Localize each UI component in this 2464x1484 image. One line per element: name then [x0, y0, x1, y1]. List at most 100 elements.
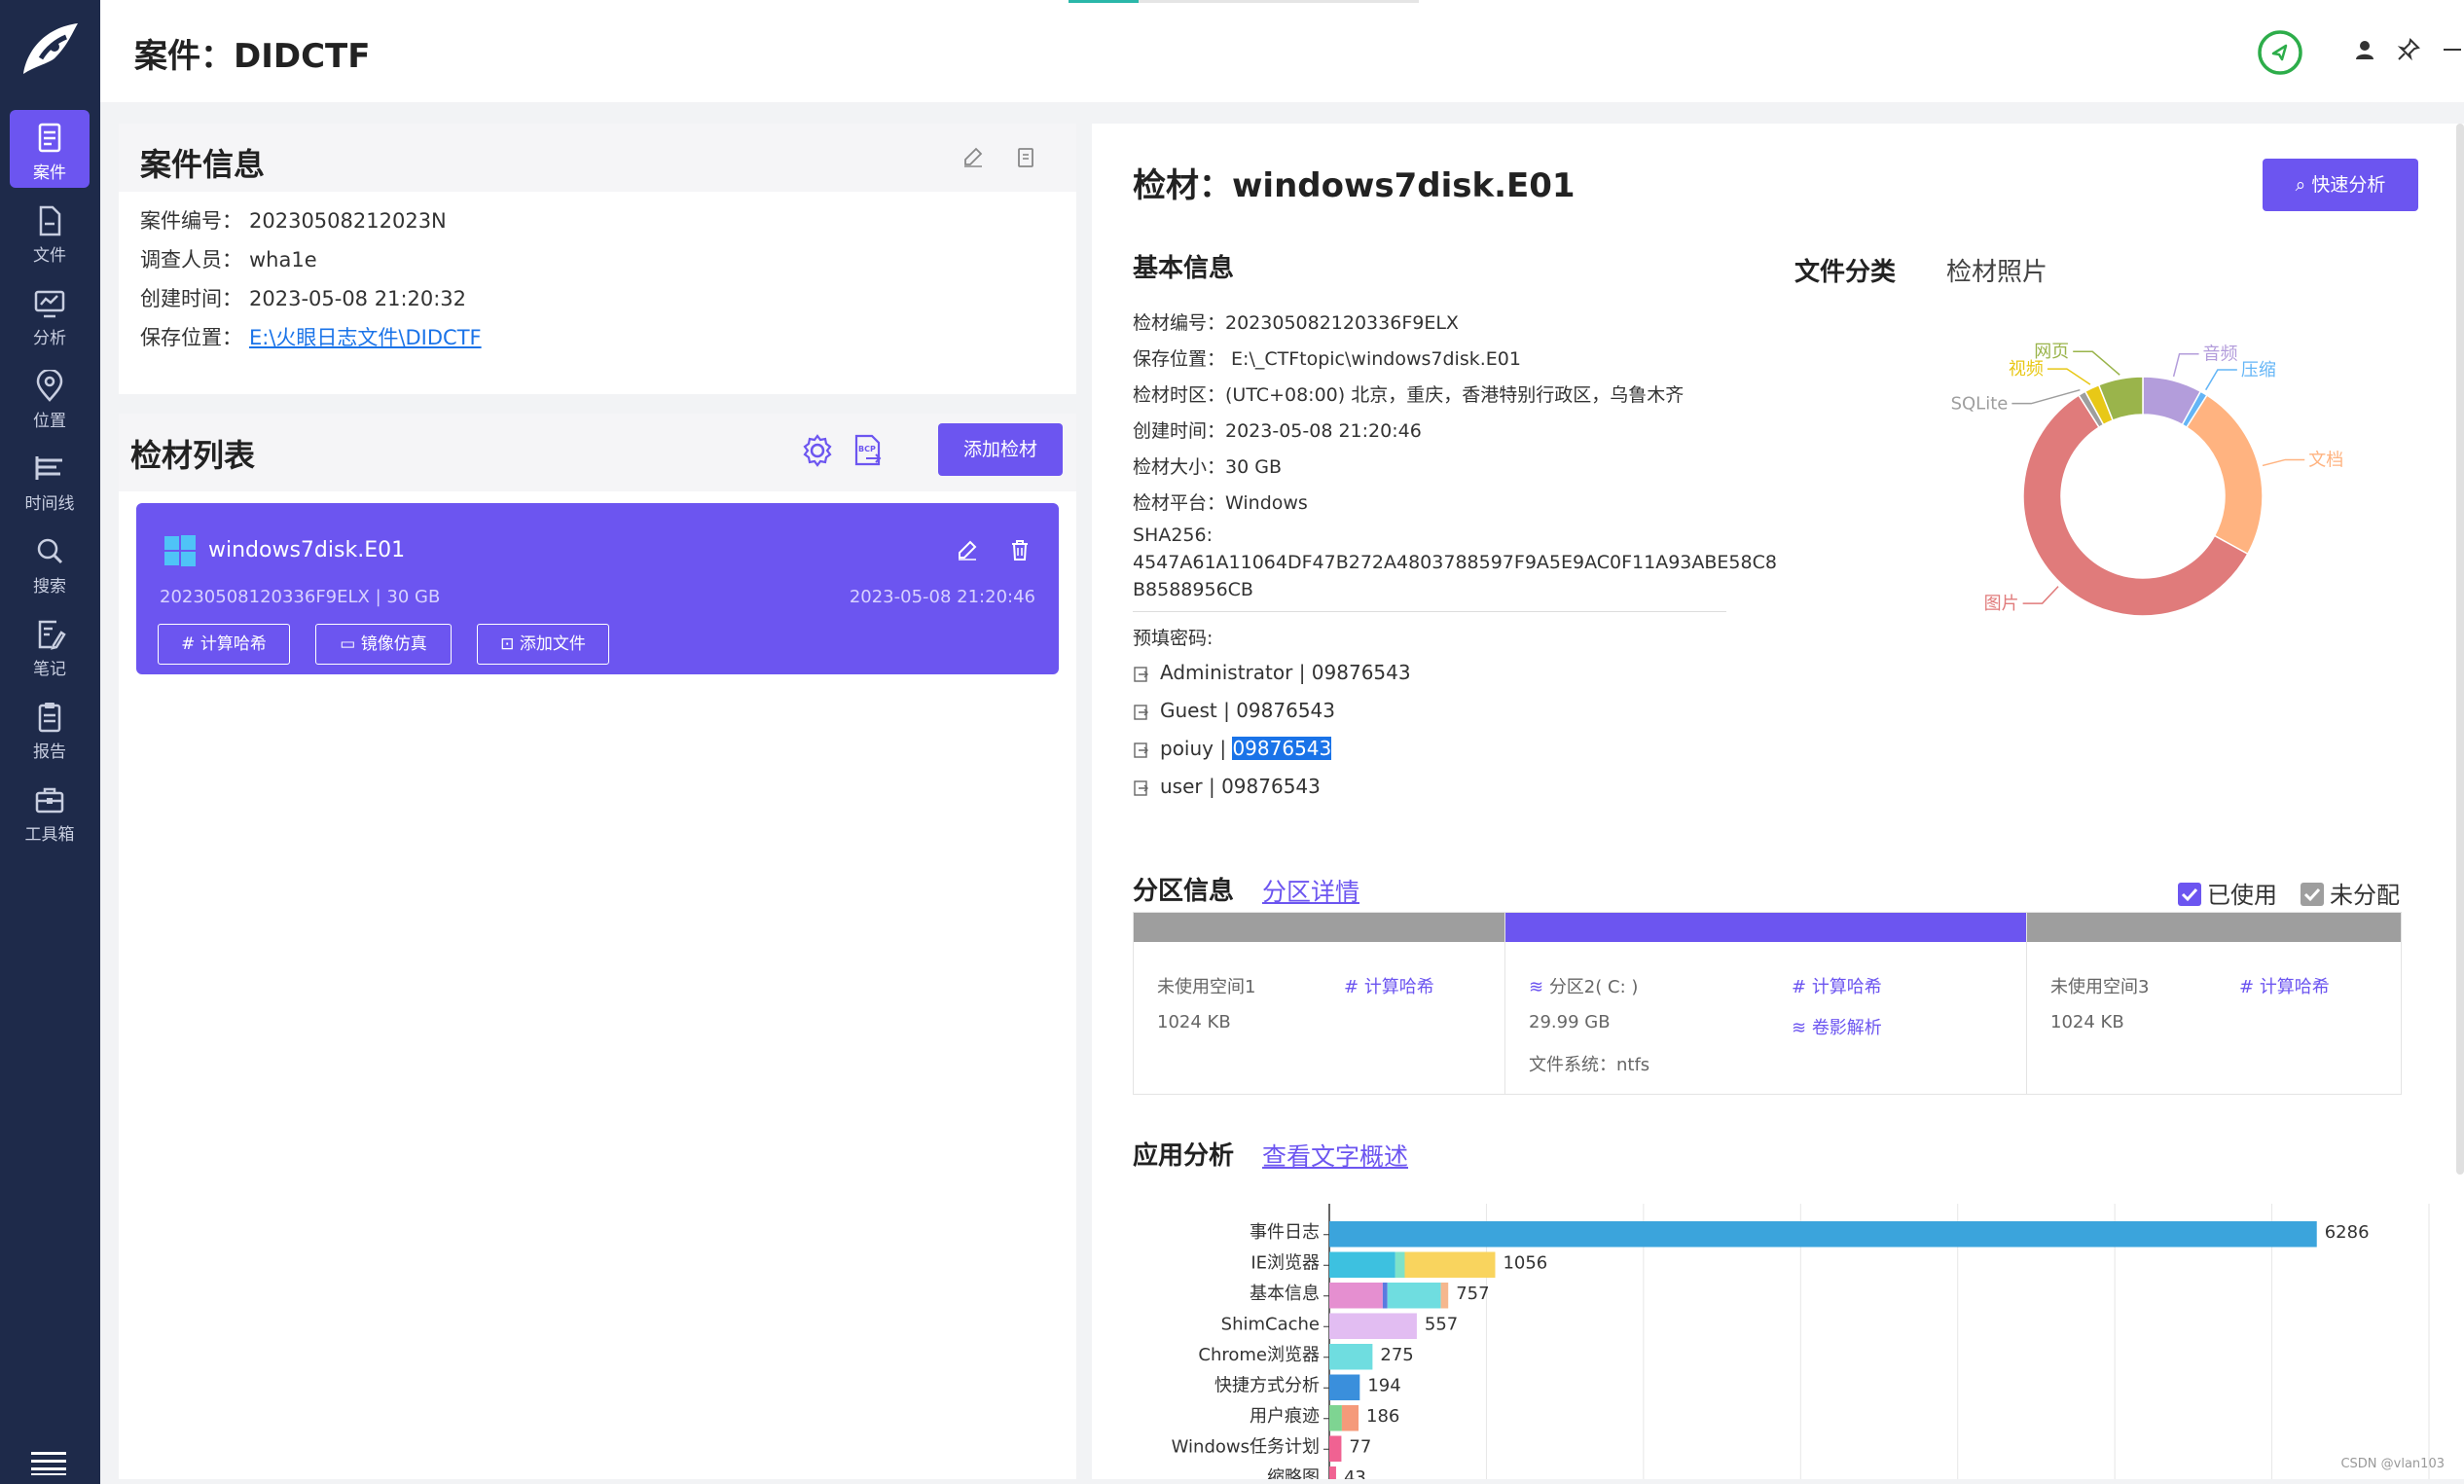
chart-bar[interactable]	[1329, 1283, 1383, 1309]
chart-value-label: 43	[1344, 1467, 1366, 1479]
sidebar-item-analysis[interactable]: 分析	[10, 275, 90, 353]
chart-bar[interactable]	[1395, 1251, 1405, 1279]
basic-info-title: 基本信息	[1133, 254, 1235, 283]
unallocated-checkbox[interactable]: 未分配	[2301, 876, 2400, 910]
menu-icon[interactable]	[31, 1450, 66, 1475]
chart-bar[interactable]	[1329, 1221, 2317, 1248]
partition-card[interactable]: 未使用空间1 # 计算哈希 1024 KB	[1134, 913, 1505, 1094]
partition-hash-button[interactable]: # 计算哈希	[2239, 973, 2330, 998]
add-file-button[interactable]: ⊡ 添加文件	[477, 624, 609, 665]
edit-evidence-icon[interactable]	[956, 538, 979, 561]
password-row[interactable]: Administrator | 09876543	[1133, 661, 1411, 684]
shadow-copy-button[interactable]: ≋ 卷影解析	[1792, 1014, 1882, 1039]
password-row[interactable]: Guest | 09876543	[1133, 699, 1335, 722]
tab-evidence-photo[interactable]: 检材照片	[1946, 252, 2047, 288]
note-icon	[38, 620, 66, 650]
quick-analysis-button[interactable]: ⌕ 快速分析	[2263, 159, 2418, 211]
app-analysis-bar-chart: 事件日志 6286 IE浏览器 1056 基本信息 757 ShimCache 557 Chro…	[1172, 1204, 2430, 1479]
clipboard-icon[interactable]	[1014, 145, 1037, 168]
chart-bar[interactable]	[1329, 1344, 1373, 1370]
partition-card[interactable]: ≋ 分区2( C: ) # 计算哈希 ≋ 卷影解析 29.99 GB 文件系统：…	[1505, 913, 2027, 1094]
chart-bar[interactable]	[1329, 1374, 1360, 1401]
chart-bar[interactable]	[1404, 1251, 1496, 1279]
basic-info-size: 检材大小：30 GB	[1133, 456, 1282, 478]
chart-bar[interactable]	[1329, 1251, 1395, 1279]
settings-gear-icon[interactable]	[800, 433, 835, 468]
partition-info-title: 分区信息	[1133, 877, 1235, 906]
chart-bar[interactable]	[1329, 1466, 1336, 1479]
chart-bar[interactable]	[1329, 1405, 1342, 1431]
password-value: 09876543	[1311, 661, 1411, 684]
sidebar-item-search[interactable]: 搜索	[10, 524, 90, 601]
add-evidence-button[interactable]: 添加检材	[938, 423, 1063, 476]
basic-info-created: 创建时间：2023-05-08 21:20:46	[1133, 420, 1422, 442]
basic-info-number: 检材编号：202305082120336F9ELX	[1133, 312, 1459, 334]
password-value: 09876543	[1232, 737, 1332, 760]
chart-bar[interactable]	[1382, 1283, 1388, 1309]
partition-bar: 未使用空间1 # 计算哈希 1024 KB ≋ 分区2( C: ) # 计算哈希…	[1133, 912, 2402, 1095]
svg-text:BCP: BCP	[858, 445, 876, 453]
sidebar-item-note[interactable]: 笔记	[10, 606, 90, 684]
pin-icon[interactable]	[2396, 37, 2421, 62]
app-logo-icon	[23, 23, 78, 74]
partition-name: ≋ 分区2( C: )	[1529, 973, 1638, 998]
location-icon	[36, 370, 63, 402]
sidebar-item-case[interactable]: 案件	[10, 110, 90, 188]
checkbox-checked-icon	[2301, 883, 2324, 906]
minimize-icon[interactable]	[2440, 37, 2464, 62]
chart-bar[interactable]	[1329, 1435, 1342, 1463]
chart-bar[interactable]	[1329, 1313, 1417, 1340]
password-user: Administrator |	[1160, 661, 1312, 684]
tab-file-classification[interactable]: 文件分类	[1794, 252, 1896, 288]
chart-bar[interactable]	[1341, 1405, 1359, 1431]
evidence-detail-panel: 检材：windows7disk.E01 ⌕ 快速分析 基本信息 检材编号：202…	[1092, 124, 2464, 1479]
fill-password-icon	[1134, 704, 1148, 720]
scrollbar[interactable]	[2456, 124, 2464, 1175]
chart-value-label: 757	[1456, 1284, 1489, 1304]
sidebar-item-report[interactable]: 报告	[10, 689, 90, 767]
delete-evidence-icon[interactable]	[1008, 538, 1032, 561]
mirror-emulation-button[interactable]: ▭ 镜像仿真	[315, 624, 452, 665]
loading-progress	[1069, 0, 1419, 3]
case-info-panel: 案件信息 案件编号： 20230508212023N 调查人员： wha1e 创建时…	[119, 124, 1076, 394]
sidebar-item-label: 位置	[33, 412, 66, 431]
used-checkbox[interactable]: 已使用	[2178, 876, 2277, 910]
chart-category-label: Windows任务计划	[1172, 1437, 1320, 1458]
compute-hash-button[interactable]: # 计算哈希	[158, 624, 290, 665]
chart-bar[interactable]	[1440, 1283, 1449, 1309]
donut-slice[interactable]	[2185, 394, 2264, 556]
quick-analysis-icon: ⌕	[2295, 174, 2312, 196]
evidence-meta: 20230508120336F9ELX | 30 GB	[160, 587, 441, 607]
password-value: 09876543	[1221, 775, 1321, 798]
edit-icon[interactable]	[961, 145, 985, 168]
chart-category-label: 快捷方式分析	[1214, 1376, 1320, 1396]
sidebar-item-toolbox[interactable]: 工具箱	[10, 772, 90, 850]
sidebar-item-label: 笔记	[33, 660, 66, 679]
partition-card[interactable]: 未使用空间3 # 计算哈希 1024 KB	[2027, 913, 2401, 1094]
chart-bar[interactable]	[1387, 1283, 1441, 1309]
sidebar-item-timeline[interactable]: 时间线	[10, 441, 90, 519]
investigator-row: 调查人员： wha1e	[140, 244, 317, 273]
user-icon[interactable]	[2352, 37, 2377, 62]
sidebar: 案件 文件 分析 位置 时间线 搜索 笔记 报告 工具箱	[0, 0, 100, 1484]
evidence-card[interactable]: windows7disk.E01 20230508120336F9ELX | 3…	[136, 503, 1059, 674]
created-value: 2023-05-08 21:20:32	[249, 287, 467, 310]
created-row: 创建时间： 2023-05-08 21:20:32	[140, 283, 466, 312]
sync-status-icon[interactable]	[2257, 29, 2303, 76]
hash-icon: #	[181, 634, 200, 654]
used-label: 已使用	[2207, 882, 2277, 909]
sidebar-item-location[interactable]: 位置	[10, 358, 90, 436]
sidebar-item-file[interactable]: 文件	[10, 193, 90, 271]
password-row[interactable]: user | 09876543	[1133, 775, 1321, 798]
chart-value-label: 186	[1366, 1406, 1399, 1427]
partition-hash-button[interactable]: # 计算哈希	[1344, 973, 1434, 998]
text-summary-link[interactable]: 查看文字概述	[1262, 1138, 1408, 1173]
bcp-export-icon[interactable]: BCP	[851, 433, 886, 468]
password-row[interactable]: poiuy | 09876543	[1133, 737, 1332, 760]
sidebar-item-label: 搜索	[33, 577, 66, 597]
partition-hash-button[interactable]: # 计算哈希	[1792, 973, 1882, 998]
partition-detail-link[interactable]: 分区详情	[1262, 873, 1359, 908]
shadow-copy-label: 卷影解析	[1811, 1018, 1882, 1038]
sidebar-item-label: 分析	[33, 329, 66, 348]
save-location-link[interactable]: E:\火眼日志文件\DIDCTF	[249, 326, 482, 349]
